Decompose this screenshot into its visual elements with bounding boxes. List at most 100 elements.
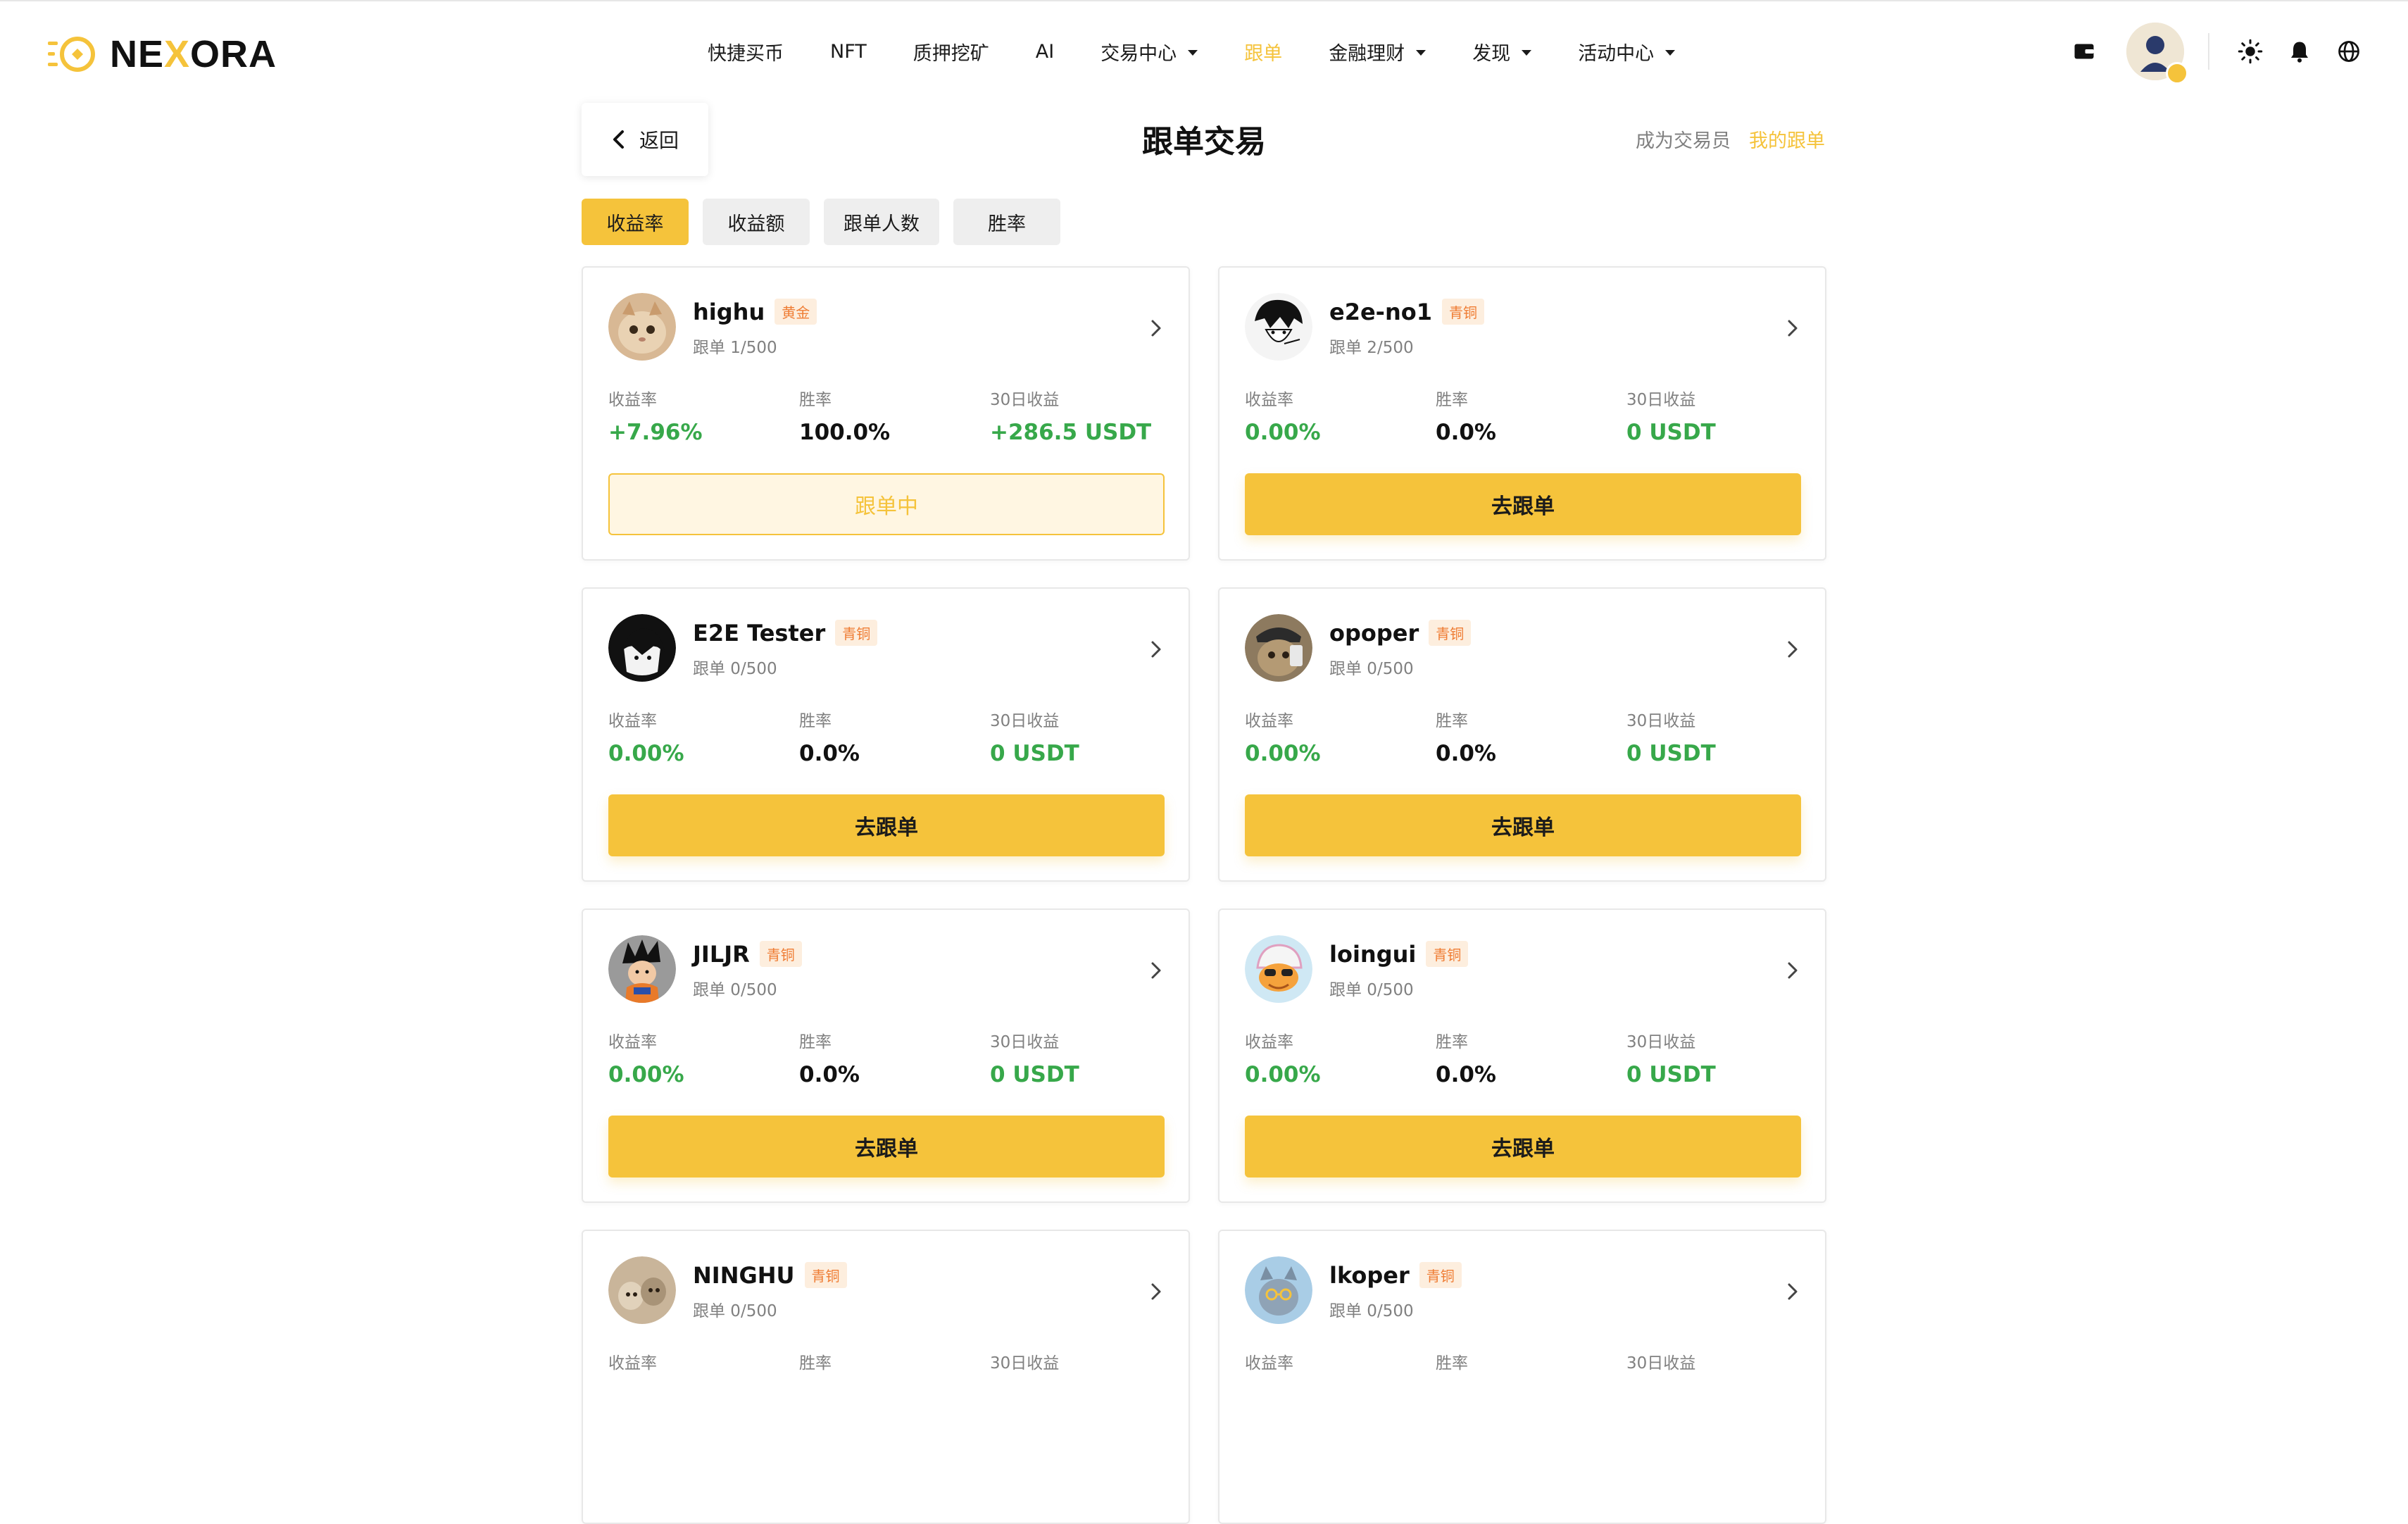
trader-name: lkoper 青铜 xyxy=(1329,1261,1462,1290)
trader-name: JILJR 青铜 xyxy=(693,940,802,969)
trader-grid: highu 黄金 跟单 1/500 收益率 胜率 30日收益 +7.96% 100… xyxy=(582,266,1826,1524)
stat-label-30d-profit: 30日收益 xyxy=(990,712,1060,730)
nav-right-actions xyxy=(2071,23,2385,85)
wallet-icon[interactable] xyxy=(2071,39,2097,64)
nav-nft[interactable]: NFT xyxy=(830,41,867,63)
chevron-right-icon[interactable] xyxy=(1149,639,1163,659)
stat-label-return-rate: 收益率 xyxy=(1245,1354,1293,1373)
stat-value-return-rate: 0.00% xyxy=(1245,741,1321,766)
stat-value-30d-profit: +286.5 USDT xyxy=(990,420,1152,445)
follow-button[interactable]: 去跟单 xyxy=(1245,794,1801,856)
chevron-right-icon[interactable] xyxy=(1786,639,1800,659)
stat-label-return-rate: 收益率 xyxy=(608,391,657,409)
caret-down-icon xyxy=(1416,50,1426,56)
tier-badge: 青铜 xyxy=(835,619,878,646)
stat-label-30d-profit: 30日收益 xyxy=(1626,1354,1696,1373)
back-label: 返回 xyxy=(639,129,679,152)
my-follows-link[interactable]: 我的跟单 xyxy=(1749,125,1825,153)
chevron-right-icon[interactable] xyxy=(1149,1282,1163,1301)
trader-card[interactable]: JILJR 青铜 跟单 0/500 收益率 胜率 30日收益 0.00% 0.0%… xyxy=(582,908,1190,1203)
chevron-right-icon[interactable] xyxy=(1786,318,1800,338)
stat-value-win-rate: 0.0% xyxy=(799,1062,860,1087)
tier-badge: 青铜 xyxy=(759,940,802,967)
trader-card[interactable]: NINGHU 青铜 跟单 0/500 收益率 胜率 30日收益 xyxy=(582,1230,1190,1524)
trader-avatar xyxy=(1245,614,1312,682)
stat-label-return-rate: 收益率 xyxy=(1245,712,1293,730)
header-links: 成为交易员 我的跟单 xyxy=(1636,125,1825,153)
back-button[interactable]: 返回 xyxy=(582,103,708,176)
stat-value-return-rate: 0.00% xyxy=(1245,420,1321,445)
follow-count: 跟单 0/500 xyxy=(1329,1302,1414,1320)
stat-value-30d-profit: 0 USDT xyxy=(1626,741,1716,766)
follow-count: 跟单 0/500 xyxy=(693,660,777,678)
tab-follower-count[interactable]: 跟单人数 xyxy=(824,199,939,245)
user-avatar[interactable] xyxy=(2126,23,2188,85)
follow-button[interactable]: 去跟单 xyxy=(1245,1116,1801,1178)
stat-label-30d-profit: 30日收益 xyxy=(990,391,1060,409)
brand-name: NEXORA xyxy=(110,33,277,75)
trader-avatar xyxy=(1245,935,1312,1003)
bell-icon[interactable] xyxy=(2287,39,2336,64)
trader-name: e2e-no1 青铜 xyxy=(1329,298,1484,327)
stat-label-30d-profit: 30日收益 xyxy=(1626,391,1696,409)
stat-label-return-rate: 收益率 xyxy=(1245,1033,1293,1051)
stat-value-win-rate: 0.0% xyxy=(1436,420,1496,445)
stat-value-30d-profit: 0 USDT xyxy=(1626,1062,1716,1087)
trader-card[interactable]: E2E Tester 青铜 跟单 0/500 收益率 胜率 30日收益 0.00%… xyxy=(582,587,1190,882)
become-trader-link[interactable]: 成为交易员 xyxy=(1636,125,1731,153)
stat-value-return-rate: 0.00% xyxy=(608,741,684,766)
chevron-right-icon[interactable] xyxy=(1786,1282,1800,1301)
stat-label-win-rate: 胜率 xyxy=(1436,712,1468,730)
stat-value-win-rate: 0.0% xyxy=(1436,741,1496,766)
trader-card[interactable]: opoper 青铜 跟单 0/500 收益率 胜率 30日收益 0.00% 0.0… xyxy=(1218,587,1826,882)
trader-card[interactable]: e2e-no1 青铜 跟单 2/500 收益率 胜率 30日收益 0.00% 0.… xyxy=(1218,266,1826,561)
sort-tabs: 收益率 收益额 跟单人数 胜率 xyxy=(582,199,1060,245)
chevron-right-icon[interactable] xyxy=(1786,961,1800,980)
brand-logo[interactable]: NEXORA xyxy=(48,32,277,76)
stat-label-30d-profit: 30日收益 xyxy=(1626,1033,1696,1051)
follow-button[interactable]: 去跟单 xyxy=(1245,473,1801,535)
trader-card[interactable]: loingui 青铜 跟单 0/500 收益率 胜率 30日收益 0.00% 0.… xyxy=(1218,908,1826,1203)
nav-trading-center[interactable]: 交易中心 xyxy=(1100,38,1198,65)
stat-label-return-rate: 收益率 xyxy=(1245,391,1293,409)
tier-badge: 青铜 xyxy=(1419,1261,1462,1288)
trader-card[interactable]: highu 黄金 跟单 1/500 收益率 胜率 30日收益 +7.96% 100… xyxy=(582,266,1190,561)
follow-button[interactable]: 去跟单 xyxy=(608,1116,1165,1178)
tier-badge: 青铜 xyxy=(804,1261,847,1288)
stat-value-win-rate: 0.0% xyxy=(799,741,860,766)
following-button[interactable]: 跟单中 xyxy=(608,473,1165,535)
chevron-right-icon[interactable] xyxy=(1149,961,1163,980)
follow-button[interactable]: 去跟单 xyxy=(608,794,1165,856)
nav-events[interactable]: 活动中心 xyxy=(1578,38,1676,65)
nav-staking[interactable]: 质押挖矿 xyxy=(913,38,989,65)
trader-avatar xyxy=(608,614,676,682)
tab-return-rate[interactable]: 收益率 xyxy=(582,199,689,245)
logo-mark-icon xyxy=(48,37,95,72)
nav-ai[interactable]: AI xyxy=(1036,41,1054,63)
theme-sun-icon[interactable] xyxy=(2238,39,2287,64)
tab-profit-amount[interactable]: 收益额 xyxy=(703,199,810,245)
chevron-right-icon[interactable] xyxy=(1149,318,1163,338)
globe-icon[interactable] xyxy=(2336,39,2385,64)
top-navbar: NEXORA 快捷买币 NFT 质押挖矿 AI 交易中心 跟单 金融理财 发现 … xyxy=(0,0,2408,103)
trader-card[interactable]: lkoper 青铜 跟单 0/500 收益率 胜率 30日收益 xyxy=(1218,1230,1826,1524)
caret-down-icon xyxy=(1188,50,1198,56)
trader-avatar xyxy=(1245,1256,1312,1324)
tier-badge: 黄金 xyxy=(775,298,817,325)
follow-count: 跟单 0/500 xyxy=(693,981,777,999)
tab-win-rate[interactable]: 胜率 xyxy=(953,199,1060,245)
caret-down-icon xyxy=(1522,50,1532,56)
stat-label-win-rate: 胜率 xyxy=(1436,1033,1468,1051)
nav-quick-buy[interactable]: 快捷买币 xyxy=(708,38,784,65)
trader-name: NINGHU 青铜 xyxy=(693,1261,847,1290)
stat-label-win-rate: 胜率 xyxy=(799,391,832,409)
nav-copy-trading[interactable]: 跟单 xyxy=(1244,38,1282,65)
tier-badge: 青铜 xyxy=(1426,940,1469,967)
nav-finance[interactable]: 金融理财 xyxy=(1329,38,1426,65)
avatar-badge-icon xyxy=(2166,62,2188,85)
caret-down-icon xyxy=(1665,50,1676,56)
stat-label-return-rate: 收益率 xyxy=(608,712,657,730)
nav-divider xyxy=(2208,33,2209,70)
nav-discover[interactable]: 发现 xyxy=(1472,38,1532,65)
follow-count: 跟单 1/500 xyxy=(693,339,777,357)
